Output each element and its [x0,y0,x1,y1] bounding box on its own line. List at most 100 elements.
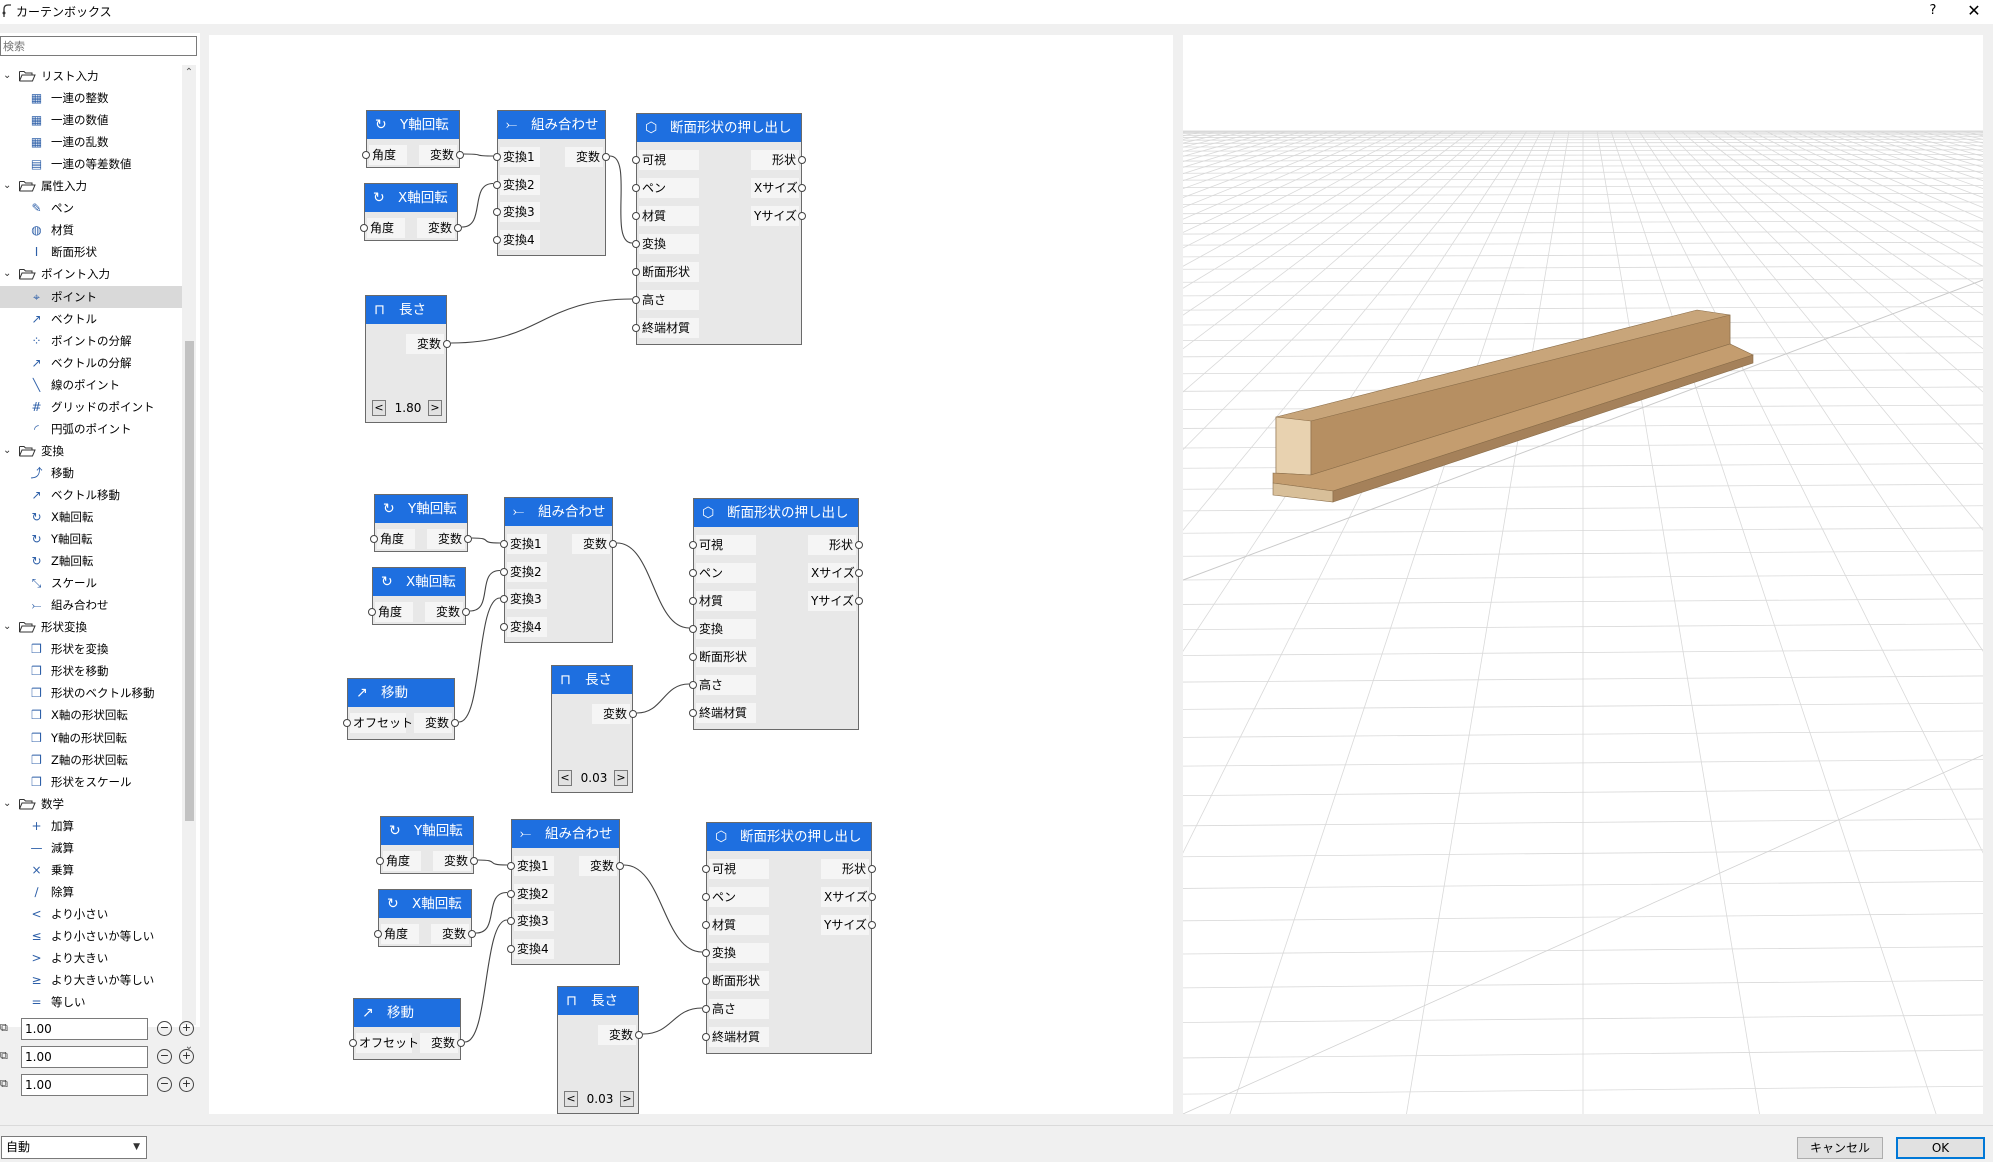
port-dot[interactable] [362,151,370,159]
tree-item[interactable]: ❒ Y軸の形状回転 [0,727,182,749]
extrude-output[interactable]: Xサイズ [800,563,863,583]
node-header[interactable]: ⤚ 組み合わせ [498,111,605,139]
tree-item[interactable]: ↗ ベクトルの分解 [0,352,182,374]
variable-output[interactable]: 変数 [564,534,617,554]
3d-preview[interactable] [1183,35,1983,1114]
port-dot[interactable] [635,1031,643,1039]
tree-item[interactable]: ╲ 線のポイント [0,374,182,396]
port-dot[interactable] [702,865,710,873]
port-dot[interactable] [689,597,697,605]
tree-item[interactable]: ❒ Z軸の形状回転 [0,749,182,771]
tree-category[interactable]: ⌄ 数学 [0,793,182,815]
port-dot[interactable] [468,930,476,938]
port-dot[interactable] [349,1039,357,1047]
port-dot[interactable] [343,719,351,727]
extrude-input[interactable]: 変換 [689,619,764,639]
cancel-button[interactable]: キャンセル [1797,1137,1883,1159]
length-stepper[interactable]: <0.03 > [558,768,630,788]
variable-output[interactable]: 変数 [425,851,478,871]
port-dot[interactable] [368,608,376,616]
tree-category[interactable]: ⌄ ポイント入力 [0,263,182,285]
port-dot[interactable] [500,622,508,631]
stepper-increase-button[interactable]: > [428,400,442,416]
port-dot[interactable] [507,862,515,870]
node-header[interactable]: ↗ 移動 [348,679,454,707]
graph3-length-node[interactable]: ⊓ 長さ 変数 <0.03 > [557,986,643,1114]
port-dot[interactable] [632,212,640,220]
extrude-input[interactable]: 材質 [632,206,707,226]
port-dot[interactable] [702,893,710,901]
tree-item[interactable]: I 断面形状 [0,241,182,263]
port-dot[interactable] [462,608,470,616]
port-dot[interactable] [689,653,697,661]
port-dot[interactable] [500,567,508,576]
mode-select[interactable]: 自動 ▼ [1,1136,147,1159]
tree-scrollbar[interactable]: ⌃ ⌄ [182,65,196,1052]
tree-item[interactable]: ≥ より大きいか等しい [0,969,182,991]
transform-input[interactable]: 変換4 [500,616,555,637]
node-header[interactable]: ↗ 移動 [354,999,460,1027]
angle-input[interactable]: 角度 [370,529,423,549]
graph3-move-node[interactable]: ↗ 移動オフセット 変数 [349,998,465,1060]
port-dot[interactable] [798,184,806,192]
extrude-output[interactable]: Yサイズ [813,915,876,935]
node-header[interactable]: ↻ Y軸回転 [381,817,473,845]
port-dot[interactable] [457,1039,465,1047]
variable-output[interactable]: 変数 [590,1025,643,1045]
offset-input[interactable]: オフセット [349,1033,420,1053]
tree-category[interactable]: ⌄ 属性入力 [0,175,182,197]
graph2-rotate-y-node[interactable]: ↻ Y軸回転 角度 変数 [370,494,472,552]
port-dot[interactable] [689,541,697,549]
extrude-input[interactable]: 可視 [702,859,777,879]
scroll-thumb[interactable] [185,341,194,821]
tree-item[interactable]: ↻ X軸回転 [0,506,182,528]
node-header[interactable]: ⤚ 組み合わせ [512,820,619,848]
graph2-combine-node[interactable]: ⤚ 組み合わせ 変換1 変換2 変換3 変換4 変数 [500,497,617,643]
extrude-output[interactable]: 形状 [813,859,876,879]
tree-item[interactable]: ◍ 材質 [0,219,182,241]
transform-input[interactable]: 変換1 [500,534,555,554]
tree-item[interactable]: < より小さい [0,903,182,925]
extrude-output[interactable]: Yサイズ [800,591,863,611]
port-dot[interactable] [702,921,710,929]
port-dot[interactable] [616,862,624,870]
length-stepper[interactable]: <0.03 > [564,1089,636,1109]
chevron-down-icon[interactable]: ⌄ [3,793,15,815]
variable-output[interactable]: 変数 [417,602,470,622]
variable-output[interactable]: 変数 [584,704,637,724]
port-dot[interactable] [855,541,863,549]
port-dot[interactable] [360,224,368,232]
extrude-input[interactable]: ペン [689,563,764,583]
close-button[interactable]: ✕ [1962,1,1986,21]
port-dot[interactable] [456,151,464,159]
scale-x-minus-icon[interactable]: − [157,1021,172,1036]
tree-item[interactable]: # グリッドのポイント [0,396,182,418]
extrude-input[interactable]: 材質 [689,591,764,611]
variable-output[interactable]: 変数 [557,147,610,167]
stepper-decrease-button[interactable]: < [564,1091,578,1107]
tree-item[interactable]: ❒ 形状を変換 [0,638,182,660]
tree-item[interactable]: = 等しい [0,991,182,1013]
angle-input[interactable]: 角度 [374,924,427,944]
tree-category[interactable]: ⌄ 変換 [0,440,182,462]
offset-input[interactable]: オフセット [343,713,414,733]
search-input[interactable] [0,36,197,56]
tree-item[interactable]: ⁘ ポイントの分解 [0,330,182,352]
scale-x-field[interactable] [21,1018,148,1040]
variable-output[interactable]: 変数 [398,334,451,354]
graph1-extrude-node[interactable]: ⬡ 断面形状の押し出し 可視 ペン 材質 変換 断面形状 高さ 終端材質 形状 Xサイズ Yサイズ [632,113,806,345]
extrude-input[interactable]: 高さ [632,290,707,310]
port-dot[interactable] [702,949,710,957]
help-button[interactable]: ? [1922,1,1944,21]
variable-output[interactable]: 変数 [412,1033,465,1053]
extrude-output[interactable]: 形状 [800,535,863,555]
node-header[interactable]: ↻ X軸回転 [373,568,465,596]
port-dot[interactable] [868,921,876,929]
chevron-down-icon[interactable]: ⌄ [3,263,15,285]
graph3-rotate-x-node[interactable]: ↻ X軸回転 角度 変数 [374,889,476,947]
node-header[interactable]: ↻ Y軸回転 [367,111,459,139]
transform-input[interactable]: 変換4 [493,229,548,250]
graph2-move-node[interactable]: ↗ 移動 オフセット 変数 [343,678,459,740]
port-dot[interactable] [632,296,640,304]
graph1-rotate-y-node[interactable]: ↻ Y軸回転 角度 変数 [362,110,464,168]
